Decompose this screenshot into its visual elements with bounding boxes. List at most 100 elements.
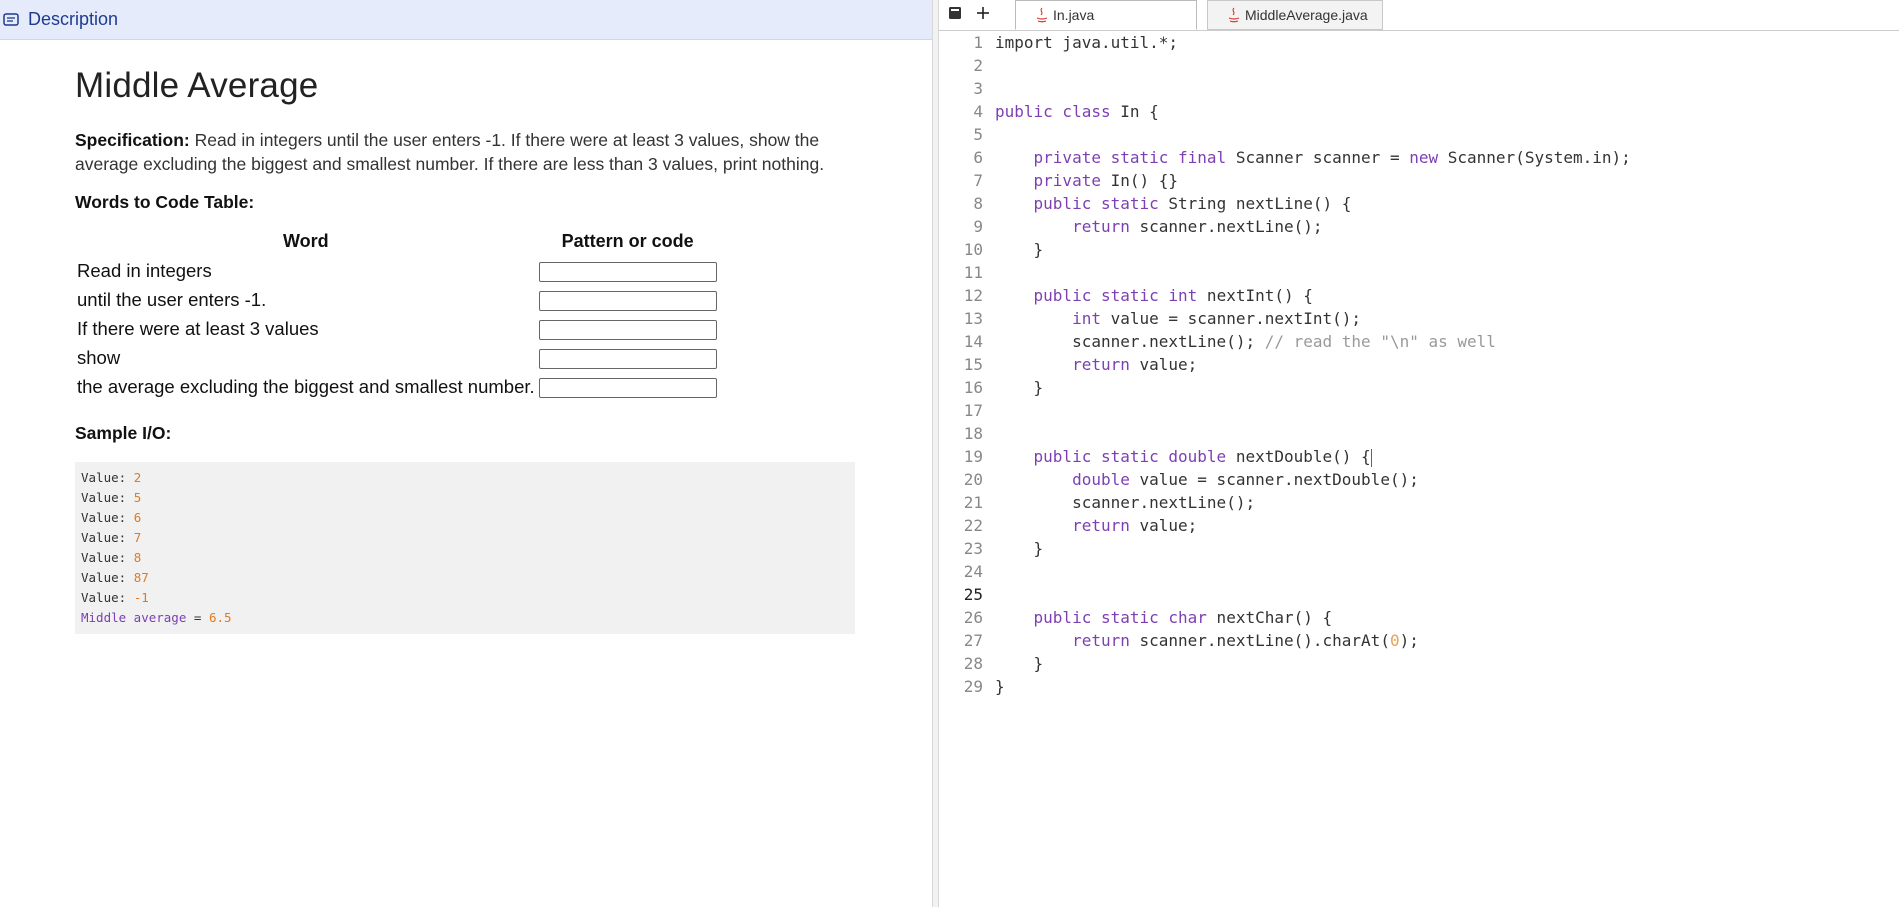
code-text: nextChar() { bbox=[1206, 608, 1333, 627]
code-text: scanner.nextLine(); bbox=[995, 332, 1265, 351]
line-number: 9 bbox=[973, 217, 983, 236]
result-equals: = bbox=[186, 610, 209, 625]
code-line: 18 bbox=[939, 422, 1899, 445]
sample-prompt: Value: bbox=[81, 530, 134, 545]
problem-title: Middle Average bbox=[75, 66, 319, 105]
result-label: Middle average bbox=[81, 610, 187, 625]
pattern-input[interactable] bbox=[538, 319, 717, 340]
pattern-input[interactable] bbox=[538, 377, 717, 398]
line-number: 22 bbox=[963, 516, 983, 535]
code-line: 8 public static String nextLine() { bbox=[939, 192, 1899, 215]
sample-io-line: Value: -1 bbox=[81, 588, 849, 608]
line-number: 7 bbox=[973, 171, 983, 190]
code-text: } bbox=[995, 240, 1044, 259]
code-line: 13 int value = scanner.nextInt(); bbox=[939, 307, 1899, 330]
spec-label: Specification: bbox=[75, 130, 190, 150]
line-number: 2 bbox=[973, 56, 983, 75]
sample-value: 6 bbox=[133, 510, 142, 525]
sample-prompt: Value: bbox=[81, 510, 134, 525]
add-file-icon[interactable] bbox=[971, 1, 995, 25]
code-keyword: public static char bbox=[1033, 608, 1207, 627]
code-keyword: public class bbox=[995, 102, 1111, 121]
sample-value: 2 bbox=[133, 470, 142, 485]
pane-divider[interactable] bbox=[932, 0, 939, 907]
description-header[interactable]: Description bbox=[0, 0, 932, 40]
sample-value: 8 bbox=[133, 550, 142, 565]
line-number: 4 bbox=[973, 102, 983, 121]
code-keyword: private static final bbox=[1033, 148, 1227, 167]
sample-io-line: Value: 87 bbox=[81, 568, 849, 588]
code-keyword: return bbox=[1072, 631, 1130, 650]
code-line: 15 return value; bbox=[939, 353, 1899, 376]
pattern-input[interactable] bbox=[538, 261, 717, 282]
pattern-input[interactable] bbox=[538, 290, 717, 311]
sample-io-line: Value: 6 bbox=[81, 508, 849, 528]
sample-prompt: Value: bbox=[81, 570, 134, 585]
code-editor: In.java MiddleAverage.java 1 import java.… bbox=[939, 0, 1899, 907]
column-header-word: Word bbox=[282, 231, 329, 251]
files-icon[interactable] bbox=[943, 1, 967, 25]
sample-io-line: Value: 8 bbox=[81, 548, 849, 568]
words-to-code-heading: Words to Code Table: bbox=[75, 192, 255, 212]
specification: Specification: Read in integers until th… bbox=[75, 128, 855, 176]
word-cell: show bbox=[77, 346, 121, 368]
editor-tab-bar: In.java MiddleAverage.java bbox=[939, 0, 1899, 31]
code-text: scanner.nextLine(); bbox=[1129, 217, 1323, 236]
line-number: 10 bbox=[963, 240, 983, 259]
description-pane: Description Middle Average Specification… bbox=[0, 0, 932, 907]
sample-prompt: Value: bbox=[81, 550, 134, 565]
java-file-icon bbox=[1036, 7, 1048, 23]
code-line: 4 public class In { bbox=[939, 100, 1899, 123]
pattern-cell bbox=[537, 372, 719, 401]
code-line: 7 private In() {} bbox=[939, 169, 1899, 192]
java-file-icon bbox=[1228, 7, 1240, 23]
pattern-cell bbox=[537, 343, 719, 372]
line-number: 12 bbox=[963, 286, 983, 305]
words-to-code-table: Word Pattern or code Read in integers unt… bbox=[75, 223, 719, 401]
code-keyword: return bbox=[1072, 355, 1130, 374]
line-number: 16 bbox=[963, 378, 983, 397]
code-line: 19 public static double nextDouble() { bbox=[939, 445, 1899, 468]
code-line: 20 double value = scanner.nextDouble(); bbox=[939, 468, 1899, 491]
code-line: 14 scanner.nextLine(); // read the "\n" … bbox=[939, 330, 1899, 353]
table-row: Read in integers bbox=[75, 256, 719, 285]
sample-io-line: Value: 2 bbox=[81, 468, 849, 488]
code-text: } bbox=[995, 539, 1044, 558]
sample-result-line: Middle average = 6.5 bbox=[81, 608, 849, 628]
sample-io-line: Value: 7 bbox=[81, 528, 849, 548]
tab-in-java[interactable]: In.java bbox=[1015, 0, 1197, 30]
code-area[interactable]: 1 import java.util.*; 2 3 4 public class In {… bbox=[939, 31, 1899, 698]
pattern-input[interactable] bbox=[538, 348, 717, 369]
line-number: 19 bbox=[963, 447, 983, 466]
code-line: 10 } bbox=[939, 238, 1899, 261]
column-header-pattern: Pattern or code bbox=[561, 231, 694, 251]
code-keyword: public static double bbox=[1033, 447, 1227, 466]
tab-label: MiddleAverage.java bbox=[1245, 7, 1368, 23]
line-number: 3 bbox=[973, 79, 983, 98]
code-line: 17 bbox=[939, 399, 1899, 422]
line-number: 23 bbox=[963, 539, 983, 558]
code-text: value = scanner.nextInt(); bbox=[1100, 309, 1362, 328]
line-number: 24 bbox=[963, 562, 983, 581]
sample-io-block: Value: 2 Value: 5 Value: 6 Value: 7 Value: 8… bbox=[75, 462, 855, 634]
pattern-cell bbox=[537, 256, 719, 285]
code-text: } bbox=[995, 378, 1044, 397]
code-line: 2 bbox=[939, 54, 1899, 77]
line-number: 26 bbox=[963, 608, 983, 627]
code-line: 12 public static int nextInt() { bbox=[939, 284, 1899, 307]
code-line: 23 } bbox=[939, 537, 1899, 560]
tab-middleaverage-java[interactable]: MiddleAverage.java bbox=[1207, 0, 1383, 30]
code-text: value = scanner.nextDouble(); bbox=[1129, 470, 1419, 489]
code-text: Scanner(System.in); bbox=[1438, 148, 1631, 167]
code-line: 16 } bbox=[939, 376, 1899, 399]
line-number: 28 bbox=[963, 654, 983, 673]
code-line: 6 private static final Scanner scanner =… bbox=[939, 146, 1899, 169]
code-literal: 0 bbox=[1389, 631, 1400, 650]
sample-prompt: Value: bbox=[81, 470, 134, 485]
